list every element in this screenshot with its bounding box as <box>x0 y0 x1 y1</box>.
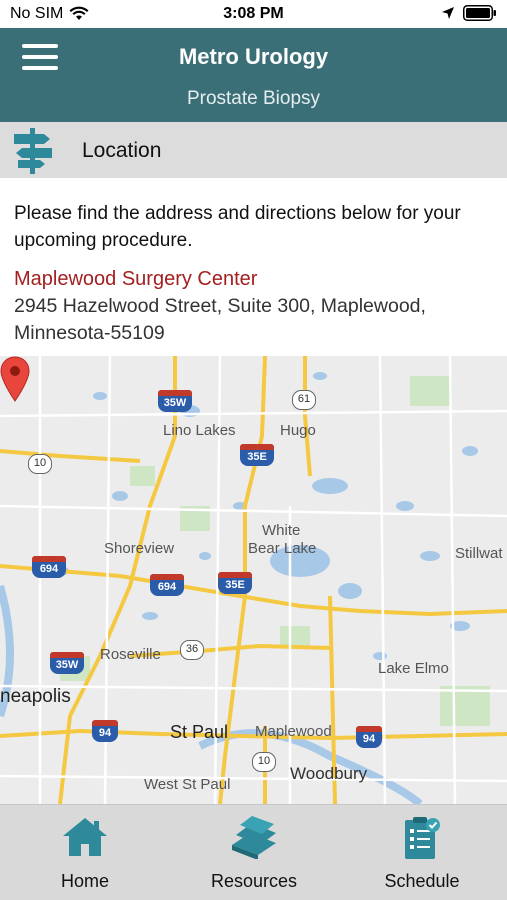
map-label-hugo: Hugo <box>280 422 316 439</box>
address-line-2: Minnesota-55109 <box>14 322 165 344</box>
tab-resources-label: Resources <box>210 871 298 891</box>
books-icon <box>232 816 276 859</box>
address-line-1: 2945 Hazelwood Street, Suite 300, Maplew… <box>14 295 426 317</box>
interstate-694-shield: 694 <box>150 574 184 596</box>
map-label-bear-lake: Bear Lake <box>248 540 317 557</box>
interstate-35w-shield: 35W <box>158 390 192 412</box>
tab-schedule-label: Schedule <box>384 871 460 891</box>
location-pin-icon[interactable] <box>0 356 30 402</box>
app-header: Metro Urology Prostate Biopsy <box>0 28 507 122</box>
app-subtitle: Prostate Biopsy <box>186 88 321 109</box>
map-label-white: White <box>262 522 301 539</box>
battery-icon <box>463 5 496 21</box>
status-time: 3:08 PM <box>223 5 284 22</box>
interstate-35w-shield: 35W <box>50 652 84 674</box>
section-header: Location <box>0 122 507 178</box>
us-route-61-shield: 61 <box>292 390 316 410</box>
tab-home-label: Home <box>60 871 109 891</box>
map-view[interactable]: Lino Lakes Hugo Shoreview White Bear Lak… <box>0 356 507 804</box>
route-10-shield: 10 <box>252 752 276 772</box>
map-label-west-st-paul: West St Paul <box>144 776 231 793</box>
location-arrow-icon <box>442 7 454 19</box>
app-title: Metro Urology <box>178 44 329 69</box>
interstate-94-shield: 94 <box>356 726 382 748</box>
map-label-lino-lakes: Lino Lakes <box>163 422 236 439</box>
tab-bar: Home Resources Schedule <box>0 804 507 900</box>
location-details: Please find the address and directions b… <box>0 178 507 356</box>
tab-schedule[interactable]: Schedule <box>352 805 492 900</box>
interstate-694-shield: 694 <box>32 556 66 578</box>
facility-name[interactable]: Maplewood Surgery Center <box>14 266 493 293</box>
map-label-shoreview: Shoreview <box>104 540 175 557</box>
intro-text: Please find the address and directions b… <box>14 203 461 251</box>
tab-home[interactable]: Home <box>15 805 155 900</box>
map-roads <box>0 356 507 804</box>
status-bar: No SIM 3:08 PM <box>0 0 507 28</box>
checklist-icon <box>405 817 440 859</box>
signpost-icon <box>14 128 52 174</box>
interstate-35e-shield: 35E <box>240 444 274 466</box>
map-label-woodbury: Woodbury <box>290 764 368 783</box>
map-label-maplewood: Maplewood <box>255 723 332 740</box>
map-label-minneapolis: neapolis <box>0 686 71 707</box>
map-label-stillwater: Stillwat <box>455 545 503 562</box>
status-right <box>441 5 497 21</box>
section-title: Location <box>82 139 162 162</box>
route-10-shield: 10 <box>28 454 52 474</box>
map-label-st-paul: St Paul <box>170 722 229 742</box>
tab-resources[interactable]: Resources <box>184 805 324 900</box>
route-36-shield: 36 <box>180 640 204 660</box>
interstate-94-shield: 94 <box>92 720 118 742</box>
map-label-lake-elmo: Lake Elmo <box>378 660 449 677</box>
map-label-roseville: Roseville <box>100 646 161 663</box>
home-icon <box>63 818 107 856</box>
interstate-35e-shield: 35E <box>218 572 252 594</box>
